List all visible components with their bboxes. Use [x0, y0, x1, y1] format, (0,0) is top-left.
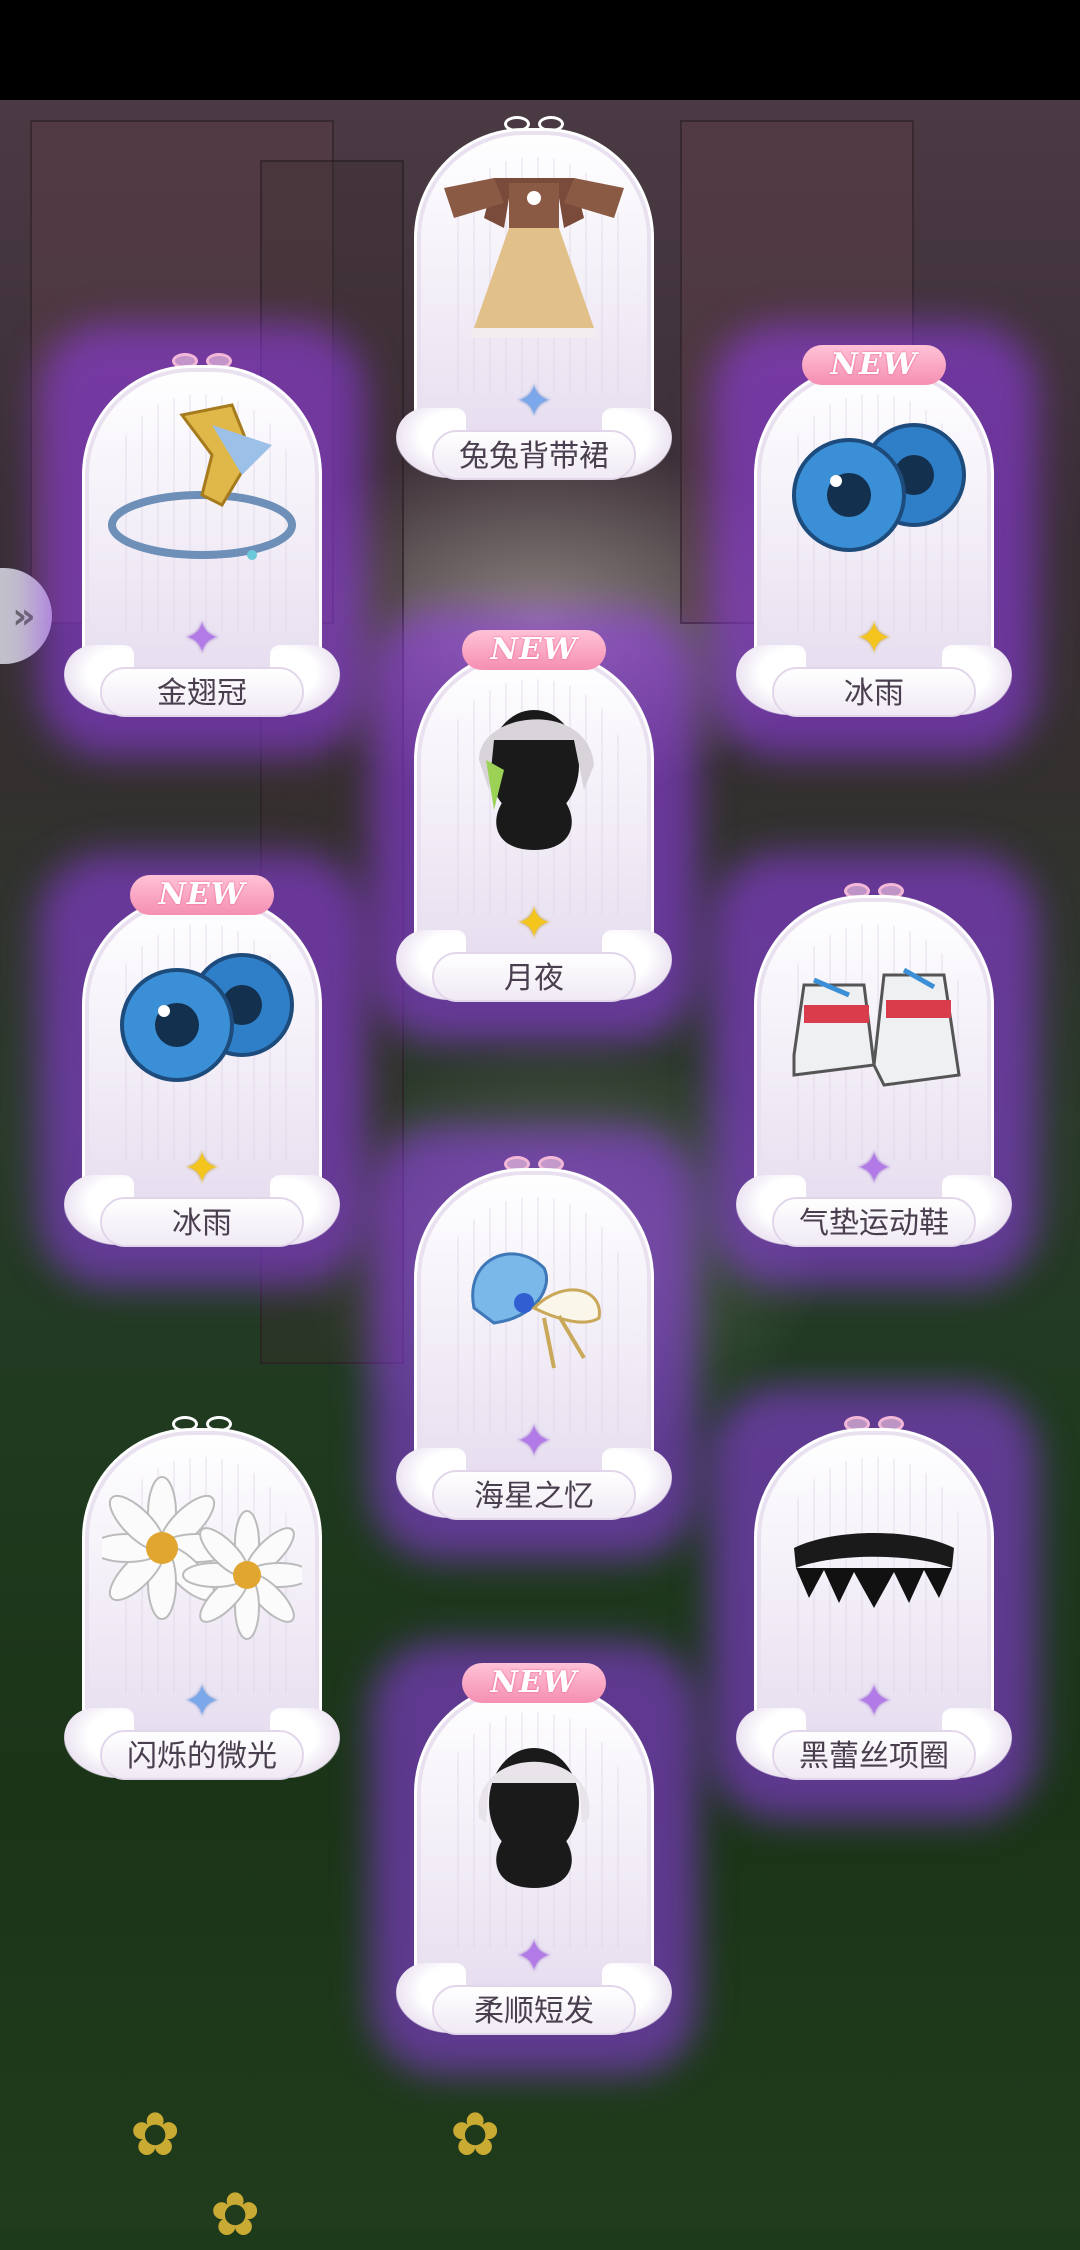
item-name: 海星之忆 [432, 1470, 636, 1520]
new-badge: NEW [462, 630, 606, 670]
rarity-flower-icon: ✦ [183, 1143, 221, 1194]
flower-decoration: ✿ [210, 2180, 261, 2250]
rarity-flower-icon: ✦ [855, 613, 893, 664]
hair-icon [434, 680, 634, 870]
reward-card-eyes[interactable]: NEW ✦ 冰雨 [60, 875, 344, 1265]
reward-card-eyes[interactable]: NEW ✦ 冰雨 [732, 345, 1016, 735]
hair-ornament-icon [434, 1198, 634, 1388]
reward-card-sneakers[interactable]: ✦ 气垫运动鞋 [732, 875, 1016, 1265]
new-badge: NEW [802, 345, 946, 385]
rarity-flower-icon: ✦ [515, 1416, 553, 1467]
status-bar [0, 0, 1080, 100]
rarity-flower-icon: ✦ [855, 1676, 893, 1727]
rarity-flower-icon: ✦ [515, 376, 553, 427]
item-name: 冰雨 [100, 1197, 304, 1247]
rarity-flower-icon: ✦ [515, 1931, 553, 1982]
rarity-flower-icon: ✦ [855, 1143, 893, 1194]
eyes-icon [774, 395, 974, 585]
new-badge: NEW [462, 1663, 606, 1703]
sneakers-icon [774, 925, 974, 1115]
rarity-flower-icon: ✦ [183, 1676, 221, 1727]
eyes-icon [102, 925, 302, 1115]
reward-card-short-hair[interactable]: NEW ✦ 柔顺短发 [392, 1663, 676, 2053]
reward-card-crown[interactable]: ✦ 金翅冠 [60, 345, 344, 735]
rarity-flower-icon: ✦ [515, 898, 553, 949]
hair-icon [434, 1713, 634, 1903]
dress-icon [434, 158, 634, 348]
new-badge: NEW [130, 875, 274, 915]
reward-card-hair-ornament[interactable]: ✦ 海星之忆 [392, 1148, 676, 1538]
flower-decoration: ✿ [450, 2100, 501, 2170]
reward-card-earrings[interactable]: ✦ 闪烁的微光 [60, 1408, 344, 1798]
earrings-icon [90, 1458, 312, 1648]
reward-card-hair[interactable]: NEW ✦ 月夜 [392, 630, 676, 1020]
flower-decoration: ✿ [130, 2100, 181, 2170]
crown-icon [102, 395, 302, 585]
item-name: 兔兔背带裙 [432, 430, 636, 480]
reward-card-dress[interactable]: ✦ 兔兔背带裙 [392, 108, 676, 498]
item-name: 黑蕾丝项圈 [772, 1730, 976, 1780]
item-name: 柔顺短发 [432, 1985, 636, 2035]
item-name: 月夜 [432, 952, 636, 1002]
item-name: 金翅冠 [100, 667, 304, 717]
reward-card-choker[interactable]: ✦ 黑蕾丝项圈 [732, 1408, 1016, 1798]
choker-icon [774, 1458, 974, 1648]
item-name: 气垫运动鞋 [772, 1197, 976, 1247]
rarity-flower-icon: ✦ [183, 613, 221, 664]
item-name: 闪烁的微光 [100, 1730, 304, 1780]
item-name: 冰雨 [772, 667, 976, 717]
